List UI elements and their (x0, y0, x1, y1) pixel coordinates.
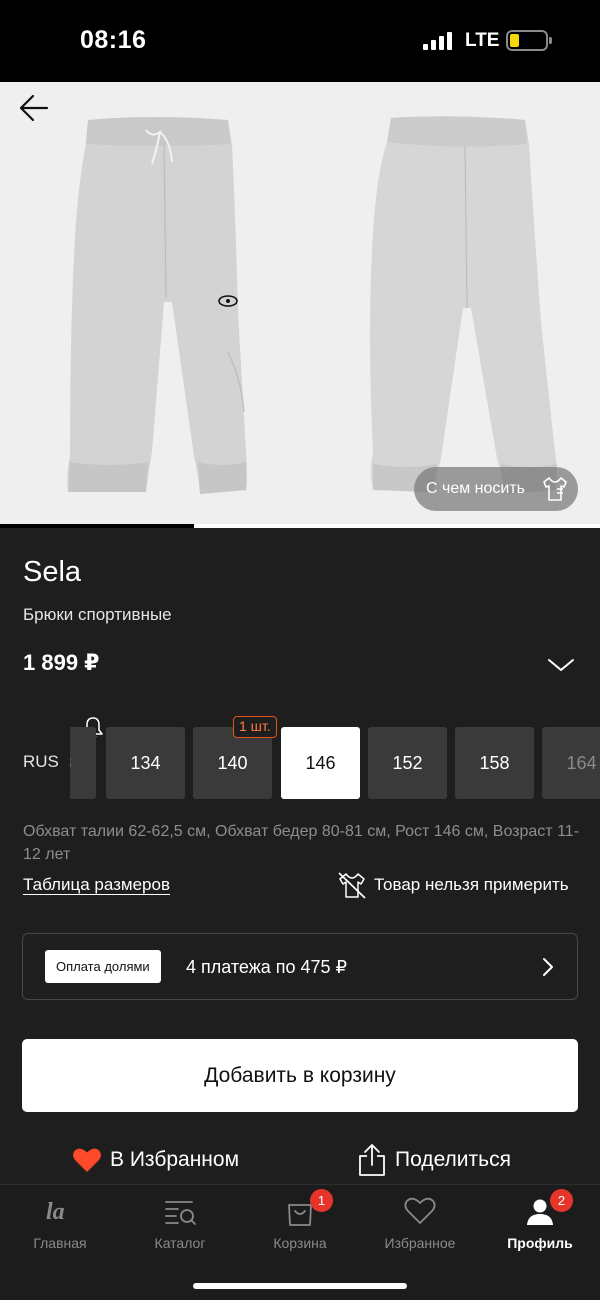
tab-label: Профиль (507, 1235, 573, 1251)
size-option-128[interactable]: 128 (70, 727, 96, 799)
tab-catalog[interactable]: Каталог (120, 1185, 240, 1265)
what-to-wear-label: С чем носить (426, 480, 526, 497)
size-label: 152 (392, 752, 423, 773)
tab-label: Корзина (273, 1235, 327, 1251)
signal-icon (423, 32, 455, 50)
no-fitting-icon (338, 872, 366, 899)
status-bar: 08:16 LTE (0, 0, 600, 82)
size-option-146[interactable]: 146 (281, 727, 360, 799)
size-option-152[interactable]: 152 (368, 727, 447, 799)
favorite-label: В Избранном (110, 1148, 240, 1171)
tab-cart[interactable]: 1 Корзина (240, 1185, 360, 1265)
battery-icon (506, 30, 552, 51)
status-time: 08:16 (80, 26, 147, 54)
size-selector[interactable]: 128 134 140 1 шт. 146 152 158 164 (70, 712, 600, 804)
size-option-134[interactable]: 134 (106, 727, 185, 799)
size-option-164[interactable]: 164 (542, 727, 600, 799)
size-label: 128 (70, 753, 72, 774)
size-option-158[interactable]: 158 (455, 727, 534, 799)
share-button[interactable]: Поделиться (357, 1140, 511, 1180)
tab-favorites[interactable]: Избранное (360, 1185, 480, 1265)
product-gallery[interactable]: С чем носить (0, 82, 600, 528)
cart-badge: 1 (310, 1189, 333, 1212)
tab-home[interactable]: la Главная (0, 1185, 120, 1265)
svg-text:la: la (46, 1199, 65, 1225)
brand-name[interactable]: Sela (23, 556, 81, 589)
size-system-label: RUS (23, 752, 59, 771)
chevron-right-icon (543, 958, 553, 976)
secondary-actions: В Избранном Поделиться (0, 1140, 600, 1180)
tshirt-icon (543, 477, 567, 501)
tab-label: Избранное (384, 1235, 456, 1251)
share-label: Поделиться (395, 1148, 511, 1171)
add-to-cart-button[interactable]: Добавить в корзину (22, 1039, 578, 1112)
what-to-wear-button[interactable]: С чем носить (414, 467, 578, 511)
product-name: Брюки спортивные (23, 605, 172, 624)
installment-chip: Оплата долями (45, 950, 161, 983)
home-indicator (193, 1283, 407, 1289)
size-label: 140 (217, 752, 248, 773)
stock-badge: 1 шт. (233, 716, 277, 738)
product-image-front[interactable] (60, 112, 280, 502)
tab-label: Главная (33, 1235, 87, 1251)
size-label: 134 (130, 752, 161, 773)
heart-filled-icon (73, 1148, 101, 1172)
gallery-page-indicator (0, 524, 600, 528)
heart-icon (404, 1197, 436, 1224)
size-label: 158 (479, 752, 510, 773)
product-price: 1 899 ₽ (23, 650, 100, 675)
catalog-search-icon (165, 1201, 196, 1225)
profile-badge: 2 (550, 1189, 573, 1212)
tab-profile[interactable]: 2 Профиль (480, 1185, 600, 1265)
chevron-down-icon[interactable] (546, 655, 576, 675)
no-try-on-notice: Товар нельзя примерить (336, 870, 586, 900)
favorite-button[interactable]: В Избранном (72, 1140, 239, 1180)
no-try-on-label: Товар нельзя примерить (374, 875, 569, 894)
installment-text: 4 платежа по 475 ₽ (186, 957, 348, 977)
product-image-back[interactable] (355, 112, 575, 502)
home-logo-icon: la (46, 1199, 65, 1225)
size-description: Обхват талии 62-62,5 см, Обхват бедер 80… (23, 823, 580, 863)
size-table-link[interactable]: Таблица размеров (23, 875, 170, 895)
size-label: 164 (566, 752, 597, 773)
network-label: LTE (465, 30, 500, 51)
tab-label: Каталог (154, 1235, 206, 1251)
installment-banner[interactable]: Оплата долями 4 платежа по 475 ₽ (22, 933, 578, 1000)
share-icon (359, 1144, 385, 1176)
size-label: 146 (305, 752, 336, 773)
back-arrow-icon[interactable] (14, 88, 54, 128)
